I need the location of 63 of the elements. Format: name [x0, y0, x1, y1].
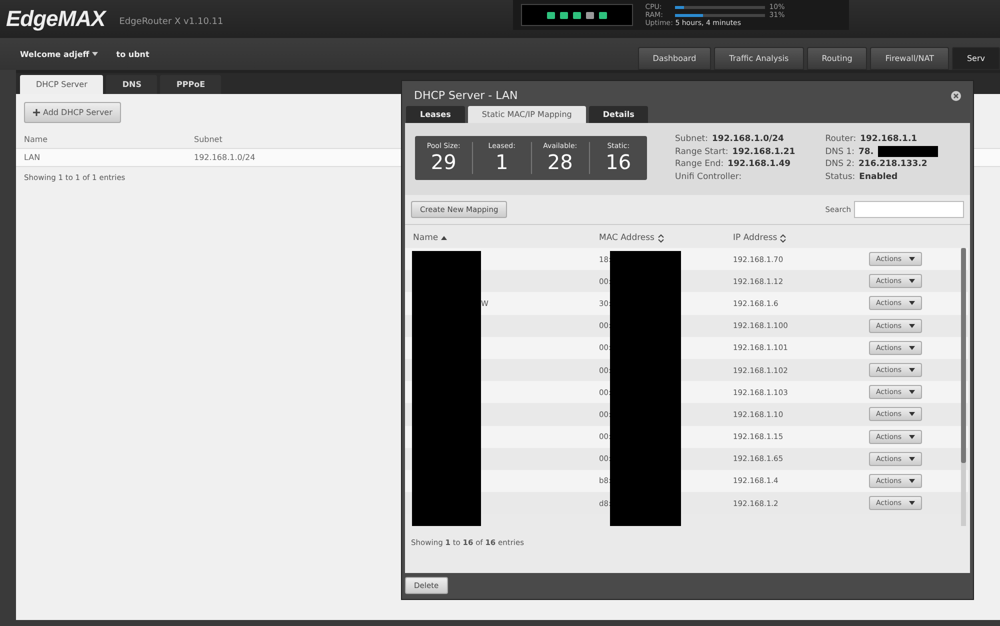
info-label: Range End: — [675, 158, 724, 170]
dialog-title: DHCP Server - LAN — [414, 89, 518, 102]
pool-value: 1 — [496, 150, 508, 174]
router-user: to ubnt — [116, 50, 150, 58]
caret-icon — [908, 434, 915, 439]
caret-icon — [908, 478, 915, 483]
column-header[interactable]: Name — [24, 135, 194, 144]
nav-tab[interactable]: Serv — [952, 47, 1000, 70]
info-value: 78. — [858, 146, 874, 158]
search-field[interactable] — [854, 201, 964, 218]
caret-icon — [908, 368, 915, 372]
product-version: EdgeRouter X v1.10.11 — [119, 17, 224, 27]
welcome-menu[interactable]: Welcome adjeff — [20, 50, 98, 58]
caret-icon — [908, 257, 915, 262]
info-label: Subnet: — [675, 133, 708, 146]
add-server-button[interactable]: Add DHCP Server — [24, 102, 122, 123]
caret-icon — [908, 501, 915, 506]
plus-icon — [33, 109, 40, 116]
info-value: 192.168.1.49 — [728, 158, 791, 170]
info-label: Status: — [825, 170, 856, 183]
logo: EdgeMAX — [6, 6, 106, 32]
nav-tab[interactable]: Firewall/NAT — [870, 47, 949, 70]
caret-icon — [908, 279, 915, 284]
caret-icon — [908, 456, 915, 461]
column-header[interactable]: IP Address — [733, 233, 873, 243]
caret-icon — [908, 301, 915, 306]
pool-value: 28 — [547, 150, 573, 174]
info-value: 216.218.133.2 — [858, 158, 928, 170]
close-icon[interactable] — [951, 90, 961, 100]
pool-value: 16 — [606, 150, 632, 174]
service-tab[interactable]: PPPoE — [160, 75, 222, 94]
info-label: Range Start: — [675, 146, 728, 158]
info-label: Router: — [825, 133, 856, 146]
column-header[interactable]: MAC Address — [599, 233, 733, 243]
pool-value: 29 — [430, 150, 456, 174]
dialog-tab[interactable]: Details — [588, 106, 648, 123]
caret-icon — [908, 412, 915, 416]
caret-icon — [908, 324, 915, 328]
scrollbar[interactable] — [961, 248, 966, 526]
info-label: DNS 2: — [825, 158, 854, 170]
column-header[interactable]: Subnet — [194, 135, 394, 144]
caret-icon — [908, 390, 915, 394]
service-tab[interactable]: DHCP Server — [20, 75, 104, 94]
nav-tab[interactable]: Routing — [806, 47, 868, 70]
table-cell-text: 192.168.1.0/24 — [194, 153, 256, 162]
info-value: 192.168.1.21 — [732, 146, 796, 158]
caret-icon — [908, 346, 915, 350]
caret-icon — [92, 52, 98, 56]
service-tab[interactable]: DNS — [106, 75, 158, 94]
sort-icon — [780, 234, 786, 242]
dialog-tab[interactable]: Static MAC/IP Mapping — [468, 106, 586, 123]
table-cell-text: LAN — [24, 153, 42, 162]
info-label: DNS 1: — [825, 146, 854, 158]
sort-ascending-icon — [441, 236, 448, 240]
column-header[interactable]: Name — [413, 233, 599, 243]
dialog-tab[interactable]: Leases — [406, 106, 465, 123]
info-value: Enabled — [859, 170, 898, 183]
info-value: 192.168.1.0/24 — [712, 133, 784, 146]
info-label: Unifi Controller: — [675, 170, 742, 183]
sort-icon — [658, 234, 664, 242]
nav-tab[interactable]: Dashboard — [638, 47, 712, 70]
nav-tab[interactable]: Traffic Analysis — [714, 47, 804, 70]
info-value: 192.168.1.1 — [860, 133, 918, 146]
